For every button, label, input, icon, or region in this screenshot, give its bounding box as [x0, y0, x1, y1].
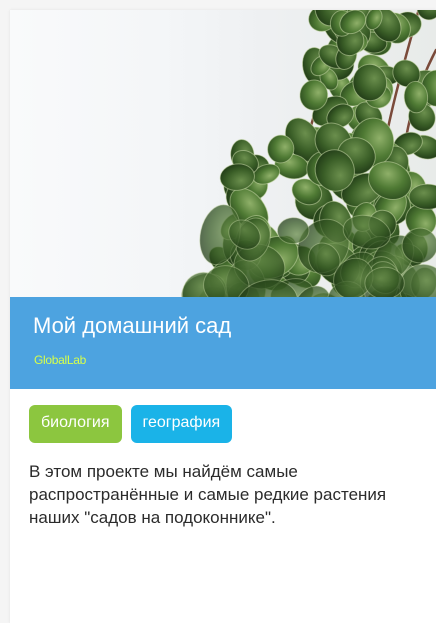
- project-description: В этом проекте мы найдём самые распростр…: [29, 462, 387, 527]
- project-title[interactable]: Мой домашний сад: [33, 313, 231, 339]
- project-cover-image[interactable]: [10, 10, 436, 297]
- tag-geography[interactable]: география: [130, 405, 233, 443]
- leaf-shape: [364, 266, 405, 297]
- project-author[interactable]: GlobalLab: [34, 353, 86, 367]
- card-header: Мой домашний сад GlobalLab: [10, 297, 436, 389]
- tag-list: биология география: [29, 405, 233, 443]
- tag-biology[interactable]: биология: [29, 405, 122, 443]
- project-card[interactable]: Мой домашний сад GlobalLab биология геог…: [10, 10, 436, 623]
- plant-illustration: [181, 10, 436, 297]
